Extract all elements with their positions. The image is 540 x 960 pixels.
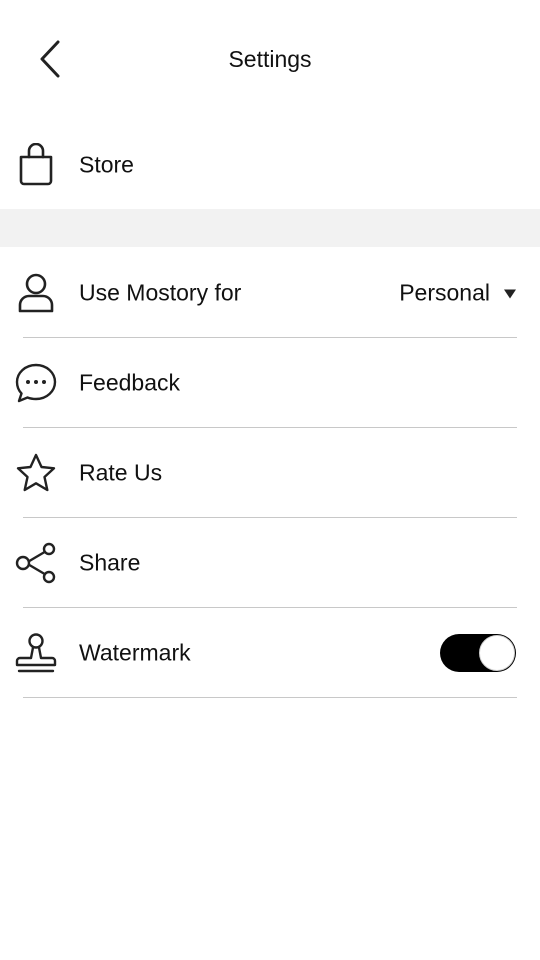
usage-type-select[interactable]: Personal: [399, 280, 516, 307]
feedback-label: Feedback: [79, 369, 181, 396]
watermark-label: Watermark: [79, 639, 191, 666]
feedback-item[interactable]: Feedback: [0, 338, 540, 428]
share-item[interactable]: Share: [0, 518, 540, 608]
section-separator: [0, 209, 540, 247]
share-icon: [12, 539, 60, 587]
use-mostory-for-label: Use Mostory for: [79, 279, 242, 306]
rate-us-label: Rate Us: [79, 459, 163, 486]
shopping-bag-icon: [12, 141, 60, 189]
chat-bubble-icon: [12, 359, 60, 407]
stamp-icon: [12, 629, 60, 677]
app-header: Settings: [0, 0, 540, 122]
use-mostory-for-item[interactable]: Use Mostory for Personal: [0, 248, 540, 338]
store-label: Store: [79, 151, 134, 178]
watermark-item: Watermark: [0, 608, 540, 698]
divider: [23, 697, 517, 698]
user-icon: [12, 269, 60, 317]
caret-down-icon: [504, 289, 516, 299]
page-title: Settings: [228, 46, 312, 72]
toggle-knob: [479, 635, 515, 671]
usage-type-value: Personal: [399, 279, 490, 306]
star-icon: [12, 449, 60, 497]
watermark-toggle[interactable]: [440, 634, 516, 672]
store-item[interactable]: Store: [0, 120, 540, 210]
share-label: Share: [79, 549, 141, 576]
rate-us-item[interactable]: Rate Us: [0, 428, 540, 518]
